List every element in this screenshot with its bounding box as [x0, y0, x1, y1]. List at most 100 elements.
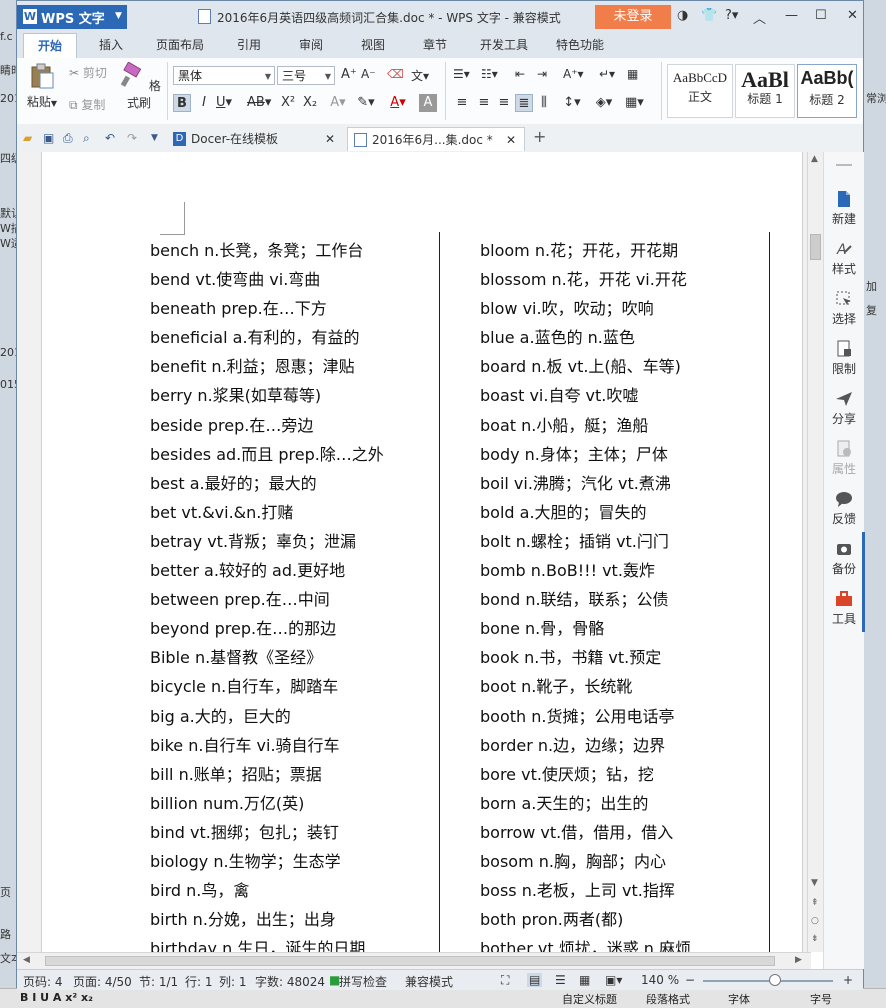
sidebar-item-share[interactable]: 分享: [824, 390, 864, 427]
scroll-left-icon[interactable]: ◀: [23, 955, 30, 965]
customize-quick-access-icon[interactable]: ▼: [151, 133, 158, 143]
font-color-icon[interactable]: A▾: [389, 94, 407, 112]
char-shading-icon[interactable]: A: [419, 94, 437, 112]
tab-home[interactable]: 开始: [23, 33, 77, 59]
zoom-in-icon[interactable]: +: [843, 973, 853, 987]
next-page-icon[interactable]: ⇟: [811, 934, 819, 944]
select-browse-object-icon[interactable]: ○: [811, 916, 819, 926]
help-icon[interactable]: ?▾: [725, 8, 738, 23]
align-center-icon[interactable]: ≡: [475, 94, 493, 112]
wps-menu-button[interactable]: W WPS 文字 ▼: [17, 5, 127, 29]
undo-icon[interactable]: ↶: [105, 131, 115, 145]
tab-features[interactable]: 特色功能: [547, 33, 613, 58]
tab-developer[interactable]: 开发工具: [471, 33, 537, 58]
tab-docer-templates[interactable]: D Docer-在线模板 ✕: [167, 127, 343, 151]
document-canvas[interactable]: bench n.长凳，条凳；工作台 bend vt.使弯曲 vi.弯曲 beneat…: [17, 152, 811, 952]
web-view-icon[interactable]: ▦: [579, 973, 590, 987]
increase-indent-icon[interactable]: ⇥: [537, 67, 547, 81]
status-page-code[interactable]: 页码: 4: [23, 973, 63, 990]
subscript-icon[interactable]: X₂: [301, 94, 319, 112]
text-effect-icon[interactable]: A▾: [329, 94, 347, 112]
collapse-ribbon-icon[interactable]: ︿: [753, 8, 766, 27]
sidebar-item-new[interactable]: 新建: [824, 190, 864, 227]
decrease-indent-icon[interactable]: ⇤: [515, 67, 525, 81]
table-icon[interactable]: ▦: [627, 67, 638, 81]
numbering-icon[interactable]: ☷▾: [481, 67, 498, 81]
tab-review[interactable]: 审阅: [287, 33, 335, 58]
close-icon[interactable]: ✕: [847, 8, 858, 23]
borders-icon[interactable]: ▦▾: [625, 94, 644, 112]
sidebar-item-style[interactable]: A 样式: [824, 240, 864, 277]
format-painter-button[interactable]: 格式刷: [117, 61, 161, 111]
paste-button[interactable]: 粘贴▼: [23, 62, 61, 110]
style-heading-2[interactable]: AaBb( 标题 2: [797, 64, 857, 118]
copy-button[interactable]: ⧉ 复制: [69, 96, 105, 113]
chinese-layout-icon[interactable]: A⁺▾: [563, 67, 584, 81]
new-tab-icon[interactable]: +: [533, 127, 546, 146]
strikethrough-icon[interactable]: AB▾: [247, 94, 271, 112]
superscript-icon[interactable]: X²: [279, 94, 297, 112]
outline-view-icon[interactable]: ☰: [555, 973, 566, 987]
sidebar-item-backup[interactable]: 备份: [824, 540, 864, 577]
save-icon[interactable]: ▣: [43, 131, 54, 145]
maximize-icon[interactable]: ☐: [815, 8, 827, 23]
tab-chapter[interactable]: 章节: [411, 33, 459, 58]
document-page[interactable]: bench n.长凳，条凳；工作台 bend vt.使弯曲 vi.弯曲 beneat…: [41, 152, 803, 952]
align-left-icon[interactable]: ≡: [453, 94, 471, 112]
font-size-select[interactable]: 三号 ▼: [277, 66, 335, 85]
font-name-select[interactable]: 黑体 ▼: [173, 66, 275, 85]
zoom-out-icon[interactable]: −: [685, 973, 695, 987]
shirt-icon[interactable]: 👕: [701, 8, 717, 23]
print-icon[interactable]: ⎙: [63, 131, 73, 146]
tab-current-document[interactable]: 2016年6月...集.doc * ✕: [347, 127, 525, 151]
login-button[interactable]: 未登录: [595, 5, 671, 29]
zoom-slider-track[interactable]: [703, 980, 833, 982]
align-right-icon[interactable]: ≡: [495, 94, 513, 112]
shrink-font-icon[interactable]: A⁻: [361, 67, 376, 81]
bullets-icon[interactable]: ☰▾: [453, 67, 470, 81]
underline-icon[interactable]: U▾: [215, 94, 233, 112]
focus-mode-icon[interactable]: ⛶: [501, 973, 509, 988]
status-spell-check[interactable]: 拼写检查: [339, 973, 387, 990]
italic-icon[interactable]: I: [195, 94, 213, 112]
minimize-icon[interactable]: —: [785, 8, 798, 23]
scroll-right-icon[interactable]: ▶: [795, 955, 802, 965]
highlight-icon[interactable]: ✎▾: [357, 94, 375, 112]
vertical-scrollbar[interactable]: ▲ ▼ ⇞ ○ ⇟: [807, 152, 824, 952]
phonetic-guide-icon[interactable]: 文▾: [411, 67, 429, 84]
page-view-icon[interactable]: ▤: [527, 973, 543, 987]
sidebar-item-feedback[interactable]: 反馈: [824, 490, 864, 527]
prev-page-icon[interactable]: ⇞: [811, 898, 819, 908]
redo-icon[interactable]: ↷: [127, 131, 137, 145]
reading-view-icon[interactable]: ▣▾: [605, 973, 622, 987]
tab-insert[interactable]: 插入: [87, 33, 135, 58]
status-word-count[interactable]: 字数: 48024: [255, 973, 325, 990]
scroll-up-icon[interactable]: ▲: [811, 154, 818, 164]
close-tab-icon[interactable]: ✕: [506, 128, 516, 152]
open-folder-icon[interactable]: ▰: [23, 131, 32, 145]
tab-page-layout[interactable]: 页面布局: [145, 33, 215, 58]
zoom-slider-thumb[interactable]: [769, 974, 781, 986]
show-marks-icon[interactable]: ↵▾: [599, 67, 615, 81]
horizontal-scrollbar[interactable]: ◀ ▶: [17, 952, 811, 970]
bold-icon[interactable]: B: [173, 94, 191, 112]
grow-font-icon[interactable]: A⁺: [341, 67, 357, 82]
line-spacing-icon[interactable]: ↕▾: [563, 94, 581, 112]
sidebar-item-restrict[interactable]: 限制: [824, 340, 864, 377]
scroll-thumb[interactable]: [45, 956, 775, 966]
style-heading-1[interactable]: AaBl 标题 1: [735, 64, 795, 118]
skin-icon[interactable]: ◑: [677, 8, 688, 23]
tab-view[interactable]: 视图: [349, 33, 397, 58]
justify-icon[interactable]: ≣: [515, 94, 533, 112]
distribute-icon[interactable]: ⫼: [535, 94, 553, 112]
style-normal[interactable]: AaBbCcD 正文: [667, 64, 733, 118]
scroll-down-icon[interactable]: ▼: [811, 878, 818, 888]
tab-references[interactable]: 引用: [225, 33, 273, 58]
scroll-thumb[interactable]: [810, 234, 821, 260]
print-preview-icon[interactable]: ⌕: [83, 131, 90, 146]
cut-button[interactable]: ✂ 剪切: [69, 64, 107, 81]
shading-icon[interactable]: ◈▾: [595, 94, 613, 112]
sidebar-item-select[interactable]: 选择: [824, 290, 864, 327]
status-page[interactable]: 页面: 4/50: [73, 973, 132, 990]
sidebar-item-property[interactable]: 属性: [824, 440, 864, 477]
